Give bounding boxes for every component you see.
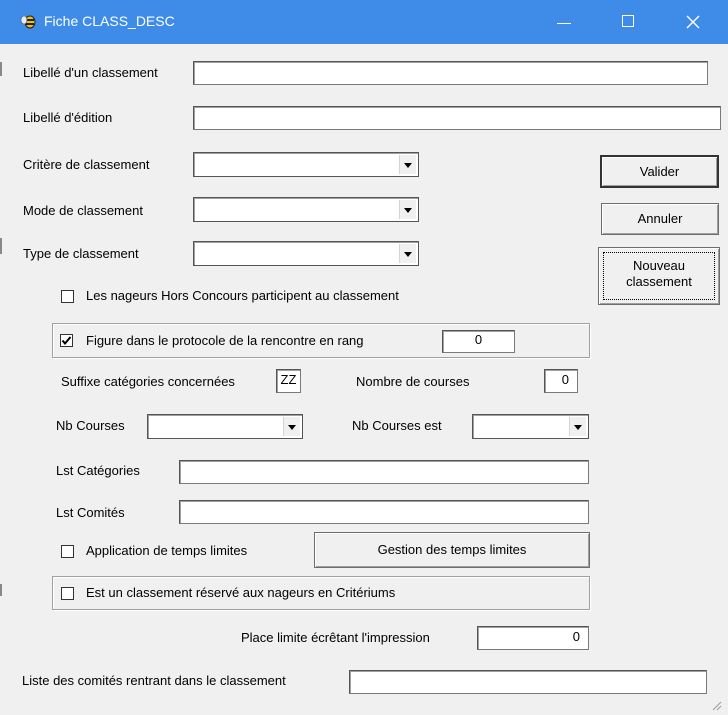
place-limite-input[interactable]: 0	[477, 626, 589, 650]
window-edge	[0, 584, 2, 596]
annuler-button[interactable]: Annuler	[601, 203, 719, 235]
libelle-edition-label: Libellé d'édition	[23, 110, 113, 125]
lst-comites-input[interactable]	[179, 500, 589, 524]
maximize-icon	[622, 15, 634, 27]
valider-button[interactable]: Valider	[600, 155, 719, 188]
nb-courses-est-select[interactable]	[472, 414, 589, 439]
hors-concours-checkbox[interactable]	[61, 290, 74, 303]
chevron-down-icon[interactable]	[399, 200, 416, 219]
protocole-checkbox[interactable]	[60, 334, 73, 347]
nb-courses-label: Nb Courses	[56, 418, 125, 433]
mode-label: Mode de classement	[23, 203, 143, 218]
window-title: Fiche CLASS_DESC	[44, 13, 175, 29]
nb-courses-select[interactable]	[147, 414, 303, 439]
place-limite-label: Place limite écrêtant l'impression	[241, 630, 430, 645]
checkmark-icon	[61, 336, 72, 346]
bee-icon	[20, 15, 36, 29]
protocole-label: Figure dans le protocole de la rencontre…	[86, 333, 364, 348]
chevron-down-icon[interactable]	[399, 155, 416, 174]
liste-comites-label: Liste des comités rentrant dans le class…	[22, 673, 286, 688]
temps-limites-label: Application de temps limites	[86, 543, 248, 558]
suffixe-label: Suffixe catégories concernées	[61, 374, 235, 389]
window-edge	[0, 62, 2, 76]
class-desc-window: Fiche CLASS_DESC Libellé d'un classement…	[0, 0, 728, 715]
chevron-down-icon[interactable]	[569, 417, 586, 436]
close-icon	[686, 15, 700, 29]
title-bar[interactable]: Fiche CLASS_DESC	[0, 0, 728, 44]
criteriums-label: Est un classement réservé aux nageurs en…	[86, 585, 396, 600]
window-edge	[0, 238, 2, 254]
criteriums-checkbox[interactable]	[61, 587, 74, 600]
temps-limites-checkbox[interactable]	[61, 545, 74, 558]
nb-courses-est-label: Nb Courses est	[352, 418, 442, 433]
gestion-temps-limites-button[interactable]: Gestion des temps limites	[314, 532, 590, 568]
resize-grip-icon[interactable]	[710, 699, 722, 711]
rang-input[interactable]: 0	[442, 330, 515, 353]
nouveau-classement-button[interactable]: Nouveau classement	[598, 247, 720, 305]
focus-ring	[603, 252, 715, 300]
critere-select[interactable]	[193, 152, 419, 177]
close-button[interactable]	[670, 0, 716, 44]
minimize-icon	[557, 23, 571, 24]
type-select[interactable]	[193, 241, 419, 266]
type-label: Type de classement	[23, 246, 139, 261]
libelle-classement-label: Libellé d'un classement	[23, 65, 158, 80]
libelle-edition-input[interactable]	[193, 106, 721, 130]
nombre-courses-input[interactable]: 0	[544, 369, 578, 393]
libelle-classement-input[interactable]	[193, 61, 708, 85]
mode-select[interactable]	[193, 197, 419, 222]
suffixe-input[interactable]: ZZ	[276, 369, 301, 393]
lst-categories-label: Lst Catégories	[56, 463, 140, 478]
lst-categories-input[interactable]	[179, 460, 589, 484]
minimize-button[interactable]	[541, 0, 587, 44]
chevron-down-icon[interactable]	[399, 244, 416, 263]
lst-comites-label: Lst Comités	[56, 505, 125, 520]
liste-comites-input[interactable]	[349, 670, 707, 694]
critere-label: Critère de classement	[23, 157, 150, 172]
hors-concours-label: Les nageurs Hors Concours participent au…	[86, 288, 399, 303]
maximize-button[interactable]	[606, 0, 652, 44]
chevron-down-icon[interactable]	[283, 417, 300, 436]
nombre-courses-label: Nombre de courses	[356, 374, 470, 389]
